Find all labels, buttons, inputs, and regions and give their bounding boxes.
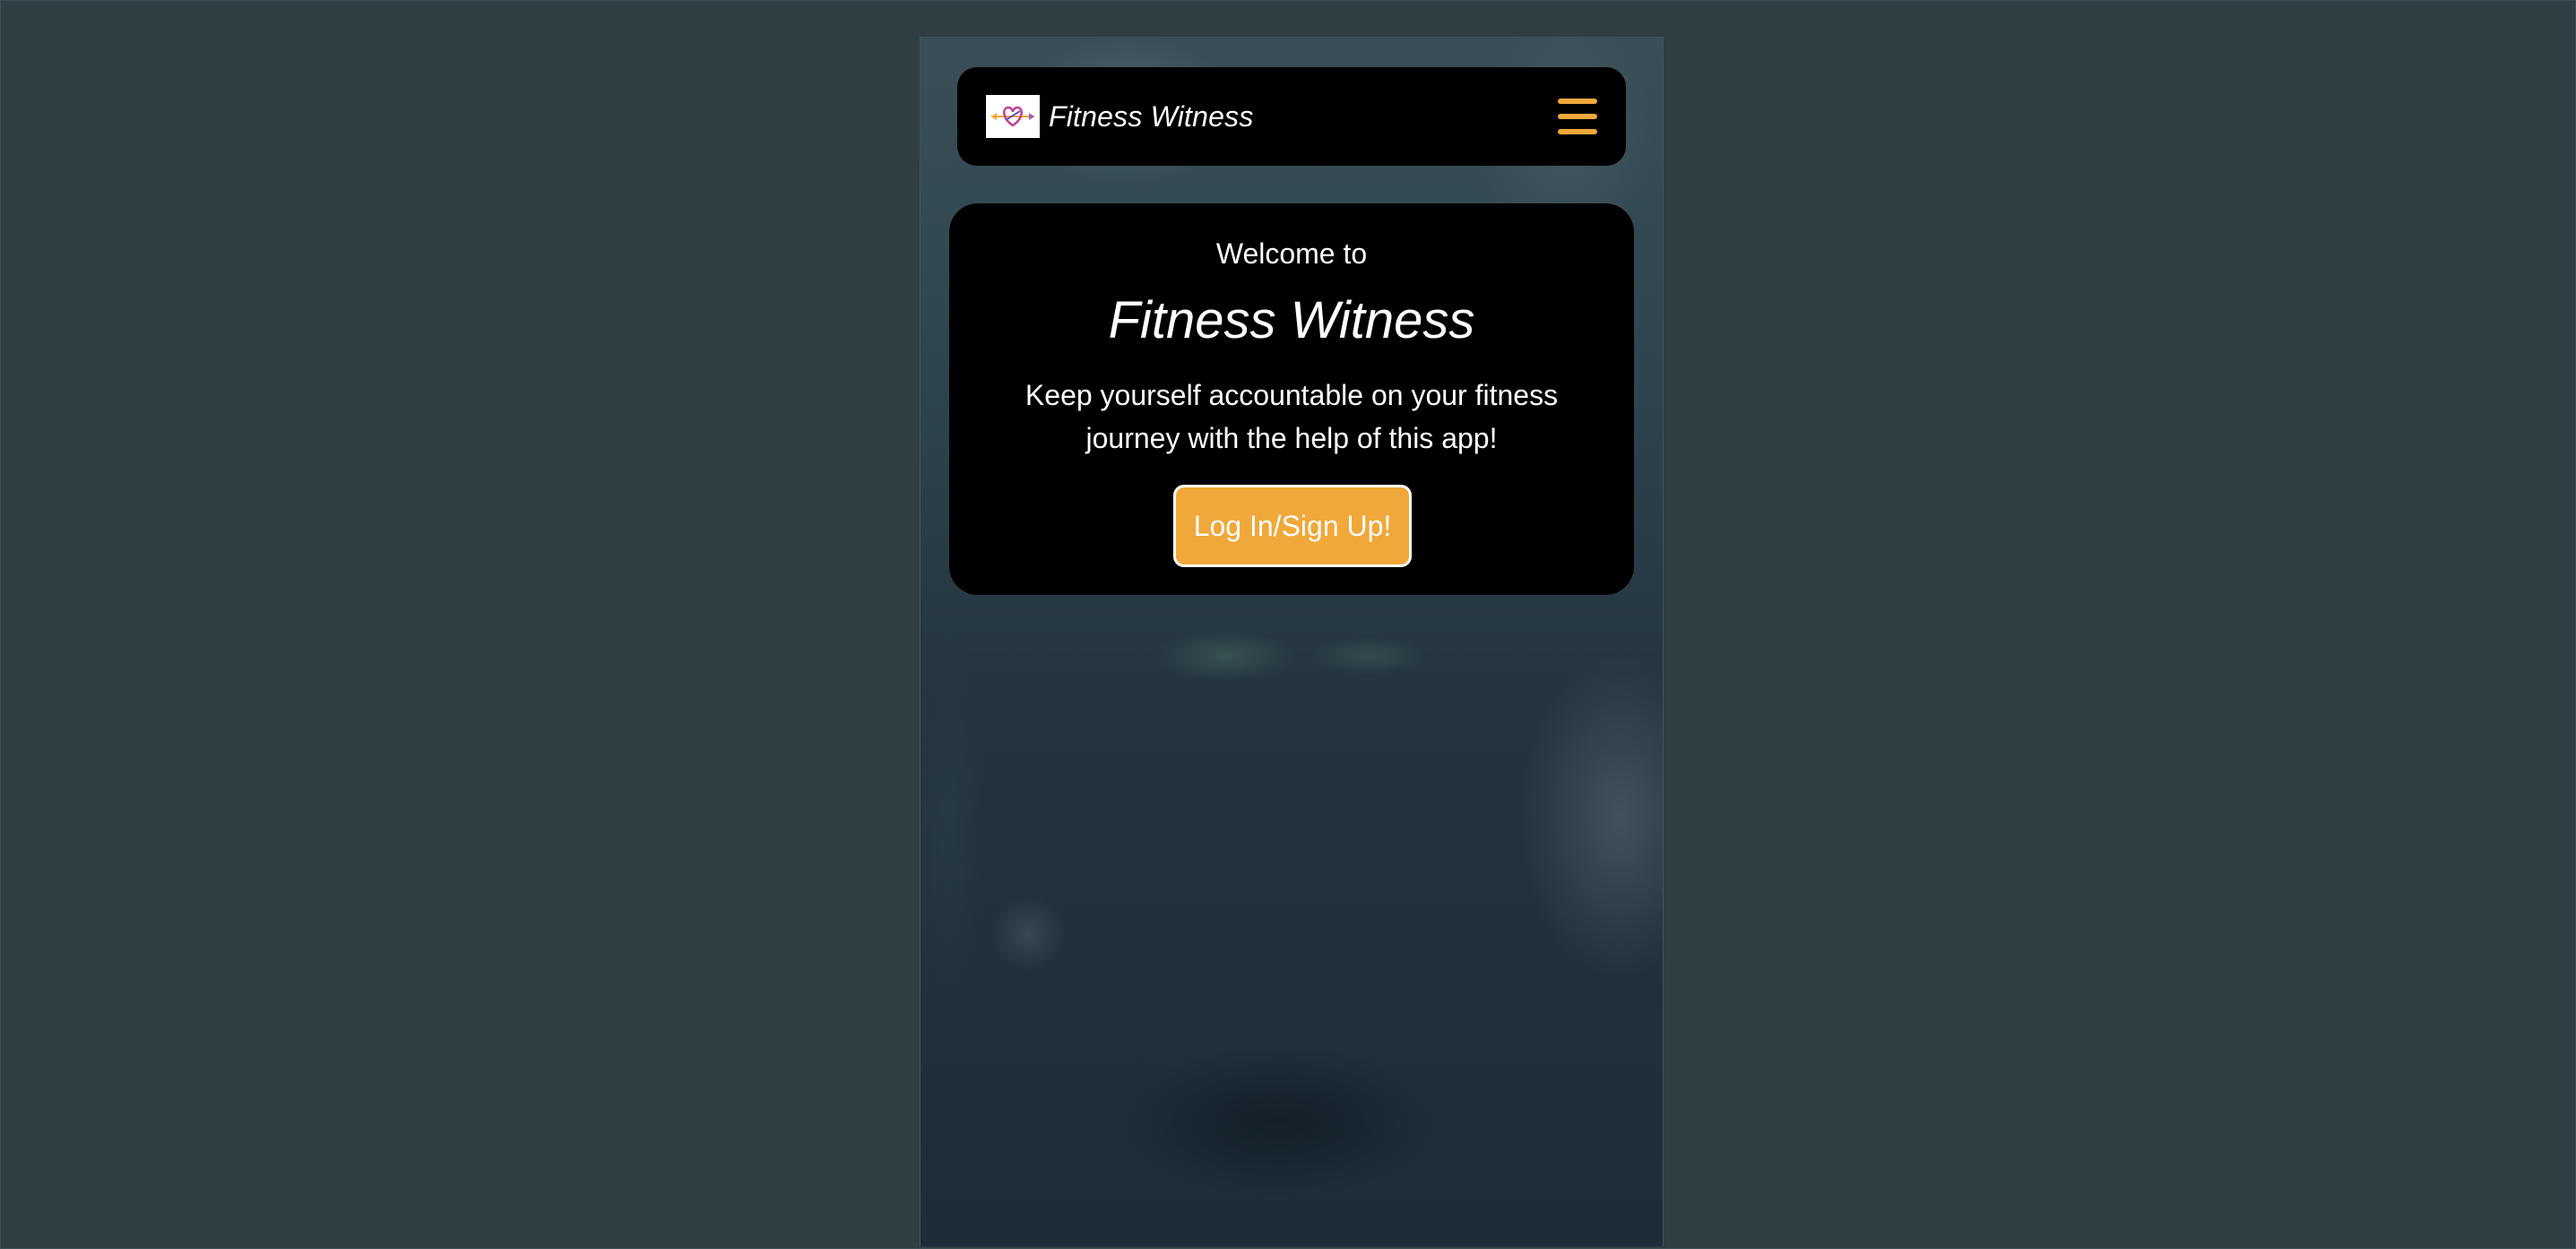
mobile-viewport: Fitness Witness Welcome to Fitness Witne…: [920, 37, 1664, 1246]
hamburger-bar: [1558, 129, 1597, 134]
navbar: Fitness Witness: [957, 67, 1626, 166]
heart-arrow-logo-icon: [986, 95, 1040, 138]
welcome-text: Welcome to: [1215, 237, 1368, 270]
welcome-card: Welcome to Fitness Witness Keep yourself…: [949, 203, 1634, 595]
hamburger-menu-icon[interactable]: [1558, 99, 1597, 134]
tagline: Keep yourself accountable on your fitnes…: [1024, 379, 1559, 454]
page-title: Fitness Witness: [1108, 291, 1475, 349]
hamburger-bar: [1558, 99, 1597, 104]
brand-link[interactable]: Fitness Witness: [986, 95, 1254, 138]
hamburger-bar: [1558, 114, 1597, 119]
login-signup-button[interactable]: Log In/Sign Up!: [1173, 485, 1412, 567]
brand-name: Fitness Witness: [1049, 99, 1254, 133]
